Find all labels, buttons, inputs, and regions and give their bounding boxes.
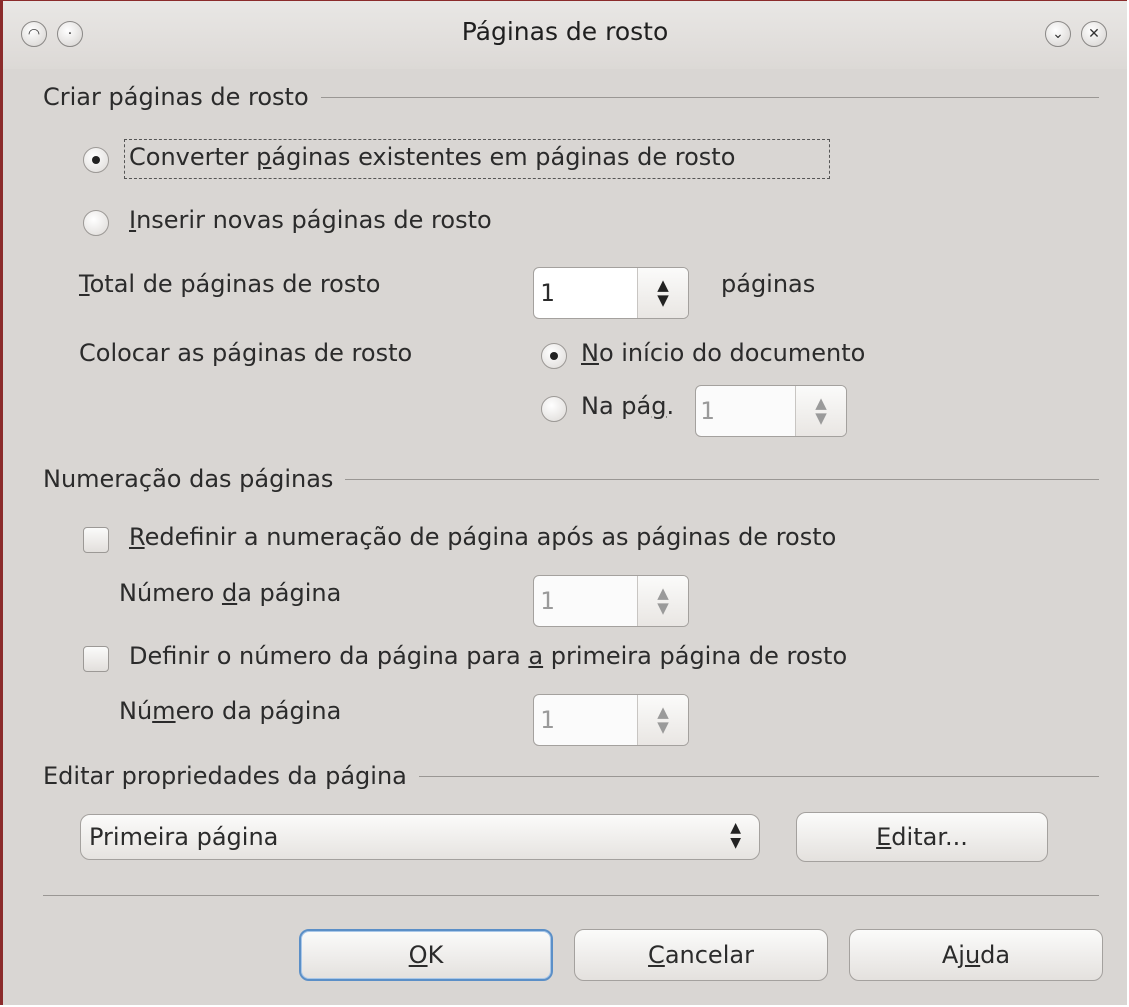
select-arrows-icon[interactable]: ▲ ▼ [730, 821, 741, 851]
spin-arrows-icon[interactable]: ▲ ▼ [637, 268, 688, 318]
edit-section-label: Editar propriedades da página [43, 762, 407, 790]
set-first-page-label[interactable]: Definir o número da página para a primei… [129, 642, 847, 670]
close-icon[interactable]: ✕ [1081, 21, 1107, 47]
numbering-section-label: Numeração das páginas [43, 465, 334, 493]
dialog-content: Criar páginas de rosto Converter páginas… [3, 69, 1127, 1005]
total-pages-stepper[interactable]: 1 ▲ ▼ [533, 267, 689, 319]
insert-new-label[interactable]: Inserir novas páginas de rosto [129, 206, 492, 234]
on-page-radio[interactable] [541, 396, 567, 422]
spin-arrows-icon[interactable]: ▲ ▼ [795, 386, 846, 436]
spin-arrows-icon[interactable]: ▲ ▼ [637, 695, 688, 745]
section-divider [320, 96, 1099, 98]
reset-page-number-label: Número da página [119, 579, 342, 607]
total-pages-value[interactable]: 1 [540, 279, 554, 307]
window-title: Páginas de rosto [461, 17, 669, 46]
first-page-number-stepper[interactable]: 1 ▲ ▼ [533, 694, 689, 746]
first-page-number-label: Número da página [119, 697, 342, 725]
set-first-page-checkbox[interactable] [83, 646, 109, 672]
help-button[interactable]: Aj u da [849, 929, 1103, 981]
ok-button[interactable]: OK [299, 929, 553, 981]
total-pages-label: Total de páginas de rosto [79, 270, 381, 298]
total-pages-unit: páginas [721, 270, 816, 298]
reset-numbering-checkbox[interactable] [83, 527, 109, 553]
reset-page-number-value[interactable]: 1 [540, 587, 554, 615]
minimize-icon[interactable]: ⌄ [1045, 21, 1071, 47]
edit-button[interactable]: Editar... [796, 812, 1048, 862]
insert-new-radio[interactable] [83, 210, 109, 236]
page-type-select[interactable]: Primeira página ▲ ▼ [80, 814, 760, 860]
section-divider [345, 478, 1099, 480]
cancel-button[interactable]: Cancelar [574, 929, 828, 981]
reset-page-number-stepper[interactable]: 1 ▲ ▼ [533, 575, 689, 627]
convert-existing-label[interactable]: Converter páginas existentes em páginas … [129, 143, 735, 171]
on-page-stepper[interactable]: 1 ▲ ▼ [695, 385, 847, 437]
create-section-label: Criar páginas de rosto [43, 83, 309, 111]
page-type-selected[interactable]: Primeira página [89, 823, 278, 851]
buttons-divider [43, 895, 1099, 896]
spin-arrows-icon[interactable]: ▲ ▼ [637, 576, 688, 626]
titlebar: ◠ · Páginas de rosto ⌄ ✕ [3, 1, 1127, 69]
on-page-value[interactable]: 1 [700, 397, 714, 425]
reset-numbering-label[interactable]: Redefinir a numeração de página após as … [129, 523, 836, 551]
at-start-radio[interactable] [541, 343, 567, 369]
edit-section-header: Editar propriedades da página [43, 762, 1099, 790]
convert-existing-radio[interactable] [83, 147, 109, 173]
place-pages-label: Colocar as páginas de rosto [79, 339, 413, 367]
section-divider [418, 775, 1099, 777]
numbering-section-header: Numeração das páginas [43, 465, 1099, 493]
on-page-label[interactable]: Na pág. [581, 392, 674, 420]
title-pages-dialog: ◠ · Páginas de rosto ⌄ ✕ Criar páginas d… [0, 0, 1127, 1005]
first-page-number-value[interactable]: 1 [540, 706, 554, 734]
at-start-label[interactable]: No início do documento [581, 339, 865, 367]
create-section-header: Criar páginas de rosto [43, 83, 1099, 111]
